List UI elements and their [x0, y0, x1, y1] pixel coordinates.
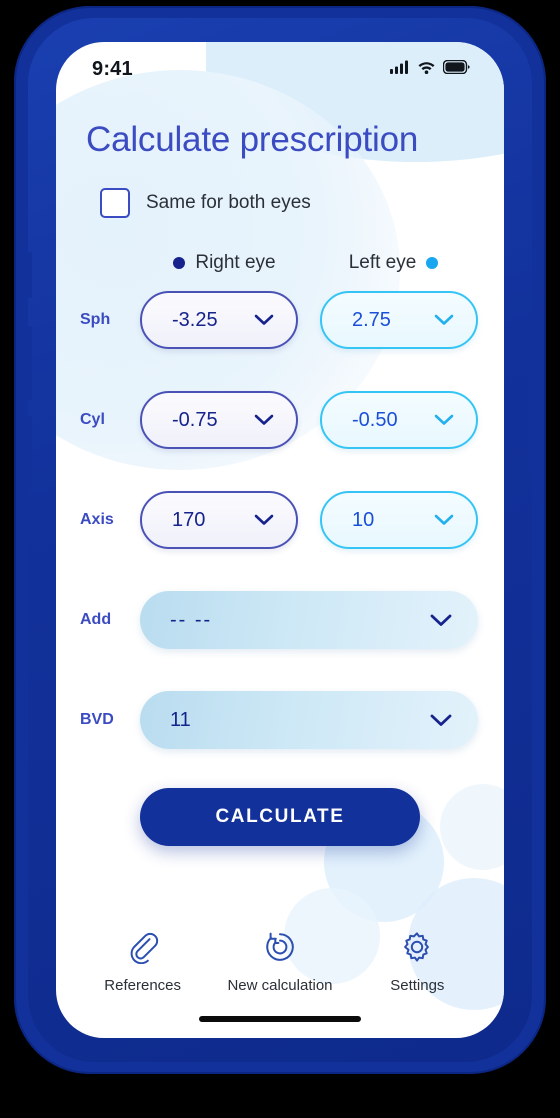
wifi-icon: [417, 60, 436, 79]
eye-column-headers: Right eye Left eye: [56, 252, 504, 274]
left-eye-header: Left eye: [309, 252, 478, 274]
sph-left-eye-select[interactable]: 2.75: [320, 291, 478, 349]
chevron-down-icon: [434, 414, 454, 426]
nav-item-settings[interactable]: Settings: [349, 930, 486, 994]
refresh-circle-icon: [263, 930, 297, 969]
chevron-down-icon: [434, 514, 454, 526]
right-eye-label: Right eye: [195, 252, 276, 273]
chevron-down-icon: [254, 314, 274, 326]
form-row-sph: Sph -3.25 2.75: [56, 288, 504, 352]
sph-left-eye-value: 2.75: [352, 308, 391, 331]
chevron-down-icon: [254, 514, 274, 526]
bvd-value: 11: [170, 708, 191, 731]
battery-icon: [442, 59, 470, 79]
nav-label-settings: Settings: [390, 977, 445, 994]
right-eye-dot-icon: [173, 257, 186, 269]
chevron-down-icon: [430, 614, 452, 627]
volume-up-button[interactable]: [20, 326, 32, 400]
chevron-down-icon: [254, 414, 274, 426]
form-row-bvd: BVD 11: [56, 688, 504, 752]
sph-right-eye-select[interactable]: -3.25: [140, 291, 298, 349]
phone-frame: 9:41 Calculate prescription Same for bot…: [14, 6, 546, 1074]
power-button[interactable]: [528, 366, 540, 474]
left-eye-dot-icon: [426, 257, 439, 269]
form-row-add: Add -- --: [56, 588, 504, 652]
form-row-cyl: Cyl -0.75 -0.50: [56, 388, 504, 452]
phone-screen: 9:41 Calculate prescription Same for bot…: [56, 42, 504, 1038]
gear-icon: [400, 930, 434, 969]
right-eye-header: Right eye: [140, 252, 309, 274]
row-label-bvd: BVD: [80, 711, 114, 728]
axis-left-eye-select[interactable]: 10: [320, 491, 478, 549]
cyl-right-eye-select[interactable]: -0.75: [140, 391, 298, 449]
row-label-sph: Sph: [80, 311, 111, 328]
axis-right-eye-value: 170: [172, 508, 206, 531]
status-bar: 9:41: [56, 42, 504, 96]
cyl-left-eye-value: -0.50: [352, 408, 398, 431]
sph-right-eye-value: -3.25: [172, 308, 218, 331]
same-for-both-eyes-row[interactable]: Same for both eyes: [100, 188, 504, 218]
cellular-signal-icon: [390, 60, 410, 79]
row-label-add: Add: [80, 611, 112, 628]
nav-item-references[interactable]: References: [74, 930, 211, 994]
prescription-form: Sph -3.25 2.75 Cyl -0.75 -0.50 Axis 170 …: [56, 288, 504, 752]
form-row-axis: Axis 170 10: [56, 488, 504, 552]
status-time: 9:41: [92, 57, 133, 80]
row-label-axis: Axis: [80, 511, 114, 528]
nav-item-new-calculation[interactable]: New calculation: [211, 930, 348, 994]
same-for-both-eyes-checkbox[interactable]: [100, 188, 130, 218]
axis-left-eye-value: 10: [352, 508, 375, 531]
add-select[interactable]: -- --: [140, 591, 478, 649]
calculate-button[interactable]: CALCULATE: [140, 788, 420, 846]
same-for-both-eyes-label: Same for both eyes: [146, 192, 311, 213]
home-indicator[interactable]: [199, 1016, 361, 1022]
axis-right-eye-select[interactable]: 170: [140, 491, 298, 549]
nav-label-references: References: [104, 977, 182, 994]
bvd-select[interactable]: 11: [140, 691, 478, 749]
left-eye-label: Left eye: [348, 252, 417, 273]
silent-switch-button[interactable]: [22, 252, 32, 298]
chevron-down-icon: [434, 314, 454, 326]
page-title: Calculate prescription: [86, 120, 419, 159]
add-value: -- --: [170, 608, 213, 631]
paperclip-icon: [126, 930, 160, 969]
bottom-navigation-bar: References New calculation Settings: [56, 930, 504, 994]
cyl-right-eye-value: -0.75: [172, 408, 218, 431]
chevron-down-icon: [430, 714, 452, 727]
volume-down-button[interactable]: [20, 416, 32, 490]
cyl-left-eye-select[interactable]: -0.50: [320, 391, 478, 449]
row-label-cyl: Cyl: [80, 411, 105, 428]
nav-label-new-calculation: New calculation: [227, 977, 333, 994]
